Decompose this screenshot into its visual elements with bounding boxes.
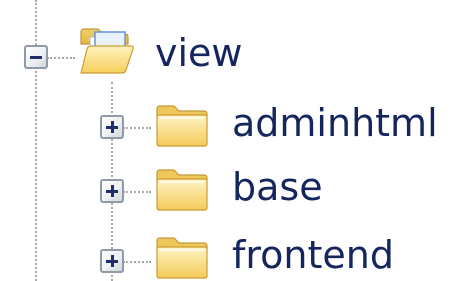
folder-tree: view adminhtml base frontend: [0, 0, 461, 281]
minus-icon: [30, 56, 42, 59]
plus-icon-v: [110, 121, 114, 133]
tree-connector-base: [123, 191, 151, 193]
tree-label-frontend[interactable]: frontend: [232, 233, 394, 277]
collapse-toggle-button[interactable]: [24, 45, 48, 69]
tree-connector-adminhtml: [123, 127, 151, 129]
expand-toggle-button[interactable]: [100, 179, 124, 203]
plus-icon-v: [110, 255, 114, 267]
expand-toggle-button[interactable]: [100, 115, 124, 139]
folder-icon: [156, 237, 208, 279]
tree-label-adminhtml[interactable]: adminhtml: [232, 101, 438, 145]
tree-label-base[interactable]: base: [232, 165, 323, 209]
tree-connector-view: [47, 57, 75, 59]
folder-icon: [156, 169, 208, 211]
tree-label-view[interactable]: view: [155, 31, 243, 75]
tree-connector-outer: [35, 0, 37, 281]
folder-open-icon: [80, 28, 134, 74]
expand-toggle-button[interactable]: [100, 249, 124, 273]
plus-icon-v: [110, 185, 114, 197]
folder-icon: [156, 105, 208, 147]
tree-connector-frontend: [123, 261, 151, 263]
